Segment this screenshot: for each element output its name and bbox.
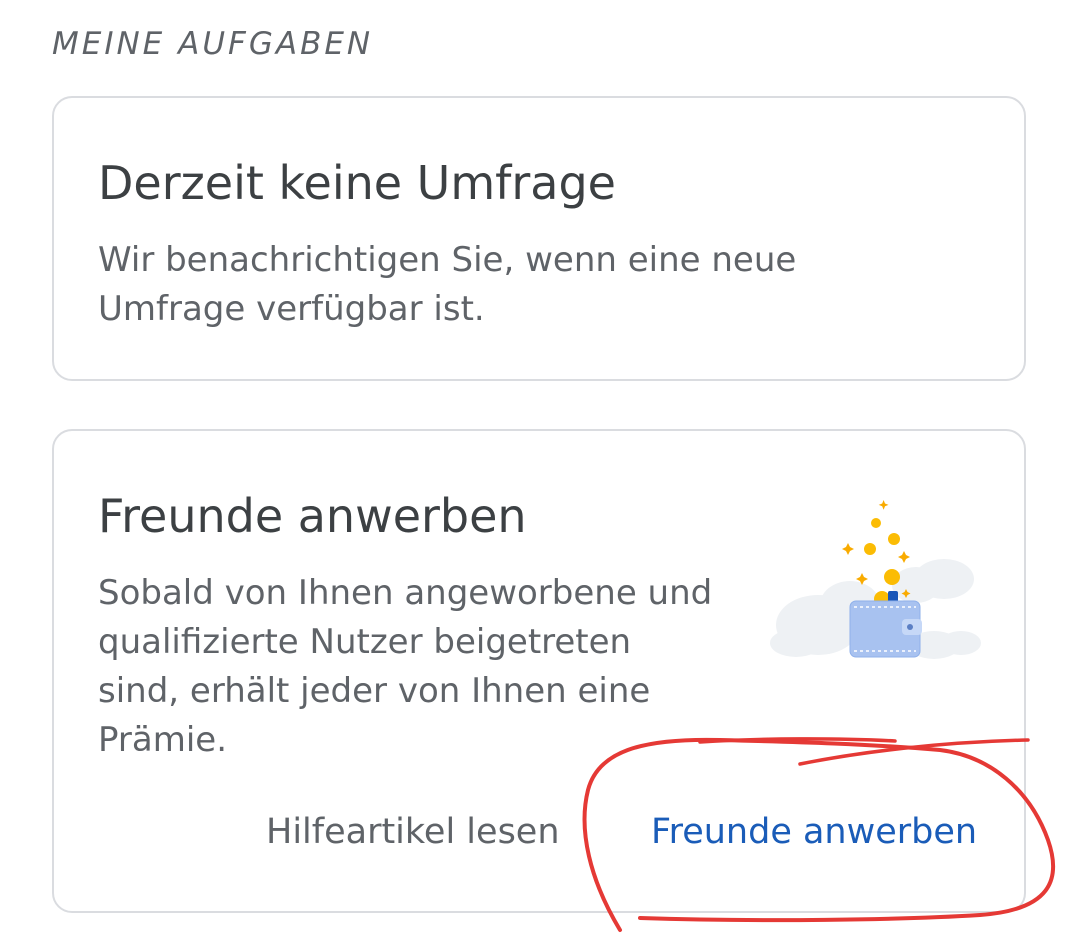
survey-card-body: Wir benachrichtigen Sie, wenn eine neue … bbox=[98, 240, 797, 329]
refer-friends-button[interactable]: Freunde anwerben bbox=[651, 815, 977, 850]
survey-card: Derzeit keine Umfrage Wir benachrichtige… bbox=[52, 96, 1026, 381]
refer-card-body: Sobald von Ihnen angeworbene und qualifi… bbox=[98, 573, 713, 760]
refer-card-title: Freunde anwerben bbox=[98, 489, 527, 543]
section-header: MEINE AUFGABEN bbox=[52, 26, 374, 62]
refer-card: Freunde anwerben Sobald von Ihnen angewo… bbox=[52, 429, 1026, 913]
survey-card-title: Derzeit keine Umfrage bbox=[98, 156, 616, 210]
help-article-button[interactable]: Hilfeartikel lesen bbox=[266, 815, 560, 850]
rewards-page: MEINE AUFGABEN Derzeit keine Umfrage Wir… bbox=[0, 0, 1080, 945]
wallet-coins-icon bbox=[766, 493, 986, 673]
